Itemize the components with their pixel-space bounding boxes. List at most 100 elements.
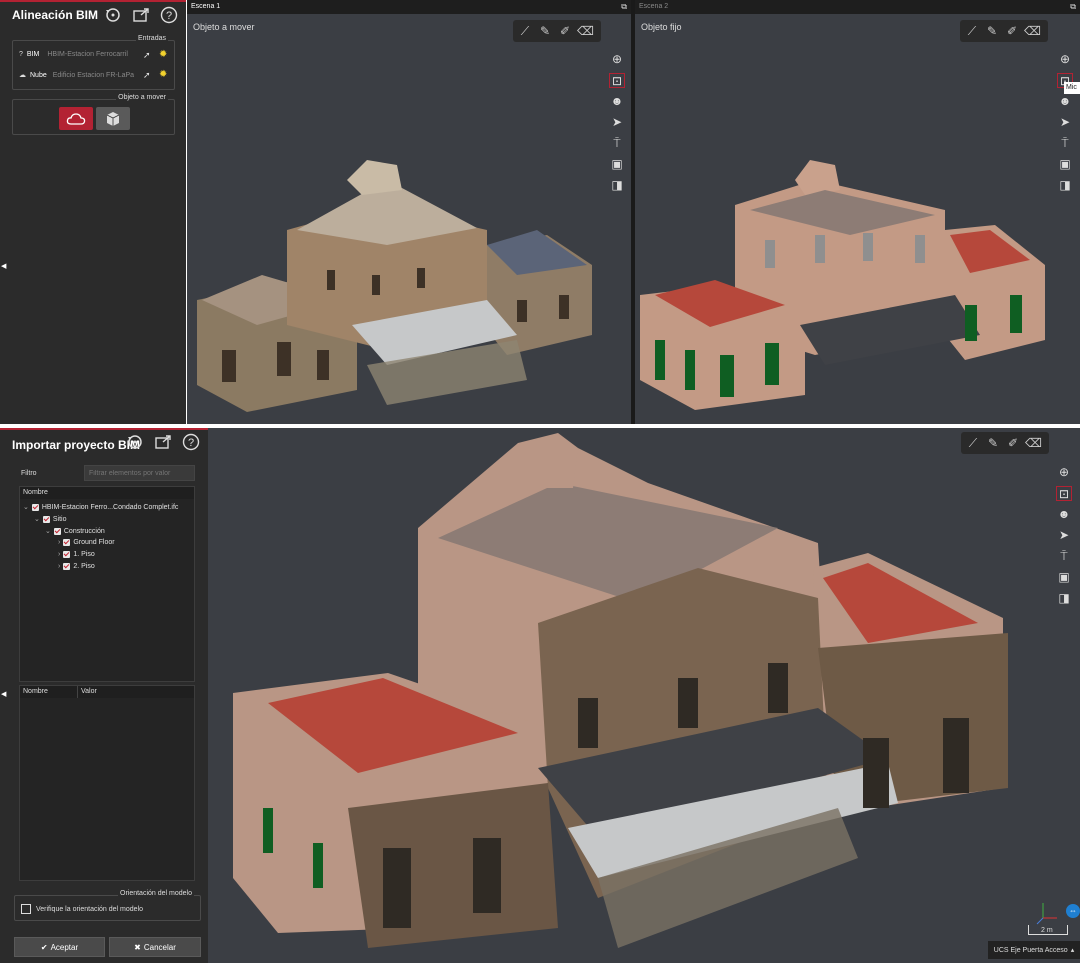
reset-icon[interactable] bbox=[104, 6, 124, 26]
scene-2-tab[interactable]: Escena 2 bbox=[635, 0, 1080, 14]
help-icon[interactable]: ? bbox=[182, 433, 202, 453]
accept-button[interactable]: ✔ Aceptar bbox=[14, 937, 105, 957]
scene-1-label: Objeto a mover bbox=[193, 22, 255, 32]
person-icon[interactable]: ☻ bbox=[609, 94, 625, 109]
ucs-label: UCS Eje Puerta Acceso bbox=[993, 946, 1068, 954]
scene-2-viewport[interactable]: Escena 2 ⧉ Objeto fijo ⟋ ✎ ✐ ⌫ ⊕ ⊡ ☻ ➤ ⍑… bbox=[635, 0, 1080, 424]
scene-1-toolbar: ⟋ ✎ ✐ ⌫ bbox=[513, 20, 601, 42]
orientation-checkbox[interactable] bbox=[21, 904, 31, 914]
close-icon: ✖ bbox=[134, 942, 141, 952]
scene-1-side-tools: ⊕ ⊡ ☻ ➤ ⍑ ▣ ◨ bbox=[609, 52, 625, 193]
eraser-icon[interactable]: ⌫ bbox=[577, 23, 594, 39]
chevron-right-icon[interactable]: › bbox=[58, 563, 60, 570]
maximize-icon[interactable]: ⧉ bbox=[621, 2, 627, 12]
brush-icon[interactable]: ✎ bbox=[984, 23, 1000, 39]
collapse-handle[interactable]: ◀ bbox=[1, 690, 6, 698]
maximize-icon[interactable]: ⧉ bbox=[1070, 2, 1076, 12]
bim-light-icon[interactable]: ✹ bbox=[159, 49, 167, 60]
pin-icon[interactable]: ⍑ bbox=[1056, 549, 1072, 564]
chevron-down-icon[interactable]: ⌄ bbox=[45, 527, 51, 535]
person-icon[interactable]: ☻ bbox=[1057, 94, 1073, 109]
question-icon: ? bbox=[19, 51, 23, 58]
checkbox[interactable] bbox=[63, 539, 71, 546]
person-icon[interactable]: ☻ bbox=[1056, 507, 1072, 522]
tree-item[interactable]: ⌄ Sitio bbox=[34, 515, 67, 523]
export-icon[interactable] bbox=[154, 433, 174, 453]
nube-pick-icon[interactable]: ➚ bbox=[143, 70, 151, 81]
checkbox[interactable] bbox=[53, 527, 61, 535]
checkbox[interactable] bbox=[42, 515, 50, 523]
cube-icon[interactable]: ▣ bbox=[609, 157, 625, 172]
svg-text:?: ? bbox=[166, 10, 172, 22]
pin-icon[interactable]: ⍑ bbox=[609, 136, 625, 151]
paint-icon[interactable]: ◨ bbox=[1056, 591, 1072, 606]
navigate-icon[interactable]: ➤ bbox=[1057, 115, 1073, 130]
chevron-right-icon[interactable]: › bbox=[58, 551, 60, 558]
orbit-icon[interactable]: ⊕ bbox=[1056, 465, 1072, 480]
nube-light-icon[interactable]: ✹ bbox=[159, 69, 167, 80]
pointcloud-building bbox=[197, 160, 592, 412]
checkbox[interactable] bbox=[63, 551, 71, 558]
main-viewport[interactable]: ⟋ ✎ ✐ ⌫ ⊕ ⊡ ☻ ➤ ⍑ ▣ ◨ ⇔ 2 m UCS Eje Puer… bbox=[208, 428, 1080, 963]
brush-check-icon[interactable]: ✐ bbox=[1004, 23, 1020, 39]
scale-label: 2 m bbox=[1041, 927, 1053, 934]
paint-icon[interactable]: ◨ bbox=[1057, 178, 1073, 193]
reset-icon[interactable] bbox=[126, 433, 146, 453]
filter-label: Filtro bbox=[21, 470, 37, 477]
bim-label: BIM bbox=[26, 51, 40, 58]
checkbox[interactable] bbox=[31, 503, 39, 511]
tree-item[interactable]: ⌄ HBIM-Estacion Ferro...Condado Complet.i… bbox=[23, 503, 178, 511]
cube-icon[interactable]: ▣ bbox=[1057, 157, 1073, 172]
collapse-handle[interactable]: ◀ bbox=[1, 262, 6, 270]
ucs-selector[interactable]: UCS Eje Puerta Acceso ▴ bbox=[988, 941, 1080, 959]
chevron-up-icon: ▴ bbox=[1070, 947, 1075, 954]
bim-model bbox=[640, 160, 1045, 410]
check-icon: ✔ bbox=[40, 942, 48, 952]
orbit-icon[interactable]: ⊕ bbox=[609, 52, 625, 67]
export-icon[interactable] bbox=[132, 6, 152, 26]
tree-item[interactable]: ⌄ Construcción bbox=[45, 527, 105, 535]
scene-1-viewport[interactable]: Escena 1 ⧉ Objeto a mover ⟋ ✎ ✐ ⌫ ⊕ ⊡ ☻ … bbox=[187, 0, 631, 424]
navigate-icon[interactable]: ➤ bbox=[609, 115, 625, 130]
alineacion-panel: Alineación BIM ? Entradas ? BIM HBIM-Est… bbox=[0, 0, 186, 424]
help-icon[interactable]: ? bbox=[160, 6, 180, 26]
objeto-group: Objeto a mover bbox=[12, 94, 175, 135]
tree-header: Nombre bbox=[20, 487, 194, 499]
align-icon[interactable]: ⊡ bbox=[609, 73, 625, 88]
entradas-title: Entradas bbox=[135, 35, 168, 42]
filter-input[interactable] bbox=[84, 465, 195, 481]
props-col-name: Nombre bbox=[20, 686, 78, 698]
eraser-icon[interactable]: ⌫ bbox=[1024, 23, 1041, 39]
chevron-down-icon[interactable]: ⌄ bbox=[34, 515, 40, 523]
measure-icon[interactable]: ⟋ bbox=[517, 23, 533, 39]
scene-1-tab[interactable]: Escena 1 bbox=[187, 0, 631, 14]
brush-icon[interactable]: ✎ bbox=[537, 23, 553, 39]
properties-panel: Nombre Valor bbox=[19, 685, 195, 881]
cube-icon[interactable]: ▣ bbox=[1056, 570, 1072, 585]
nube-label: Nube bbox=[30, 71, 47, 79]
align-icon[interactable]: ⊡ bbox=[1056, 486, 1072, 501]
measure-icon[interactable]: ⟋ bbox=[964, 23, 980, 39]
chevron-right-icon[interactable]: › bbox=[58, 539, 60, 546]
orbit-icon[interactable]: ⊕ bbox=[1057, 52, 1073, 67]
pin-icon[interactable]: ⍑ bbox=[1057, 136, 1073, 151]
checkbox[interactable] bbox=[63, 563, 71, 570]
orientation-cube-icon[interactable]: ⇔ bbox=[1066, 904, 1080, 918]
bim-toggle-button[interactable] bbox=[96, 107, 130, 130]
svg-text:?: ? bbox=[188, 437, 194, 449]
bim-pick-icon[interactable]: ➚ bbox=[143, 50, 151, 61]
scene-2-side-tools: ⊕ ⊡ ☻ ➤ ⍑ ▣ ◨ bbox=[1057, 52, 1073, 193]
tree-item[interactable]: › Ground Floor bbox=[58, 539, 115, 546]
navigate-icon[interactable]: ➤ bbox=[1056, 528, 1072, 543]
cancel-button[interactable]: ✖ Cancelar bbox=[109, 937, 201, 957]
chevron-down-icon[interactable]: ⌄ bbox=[23, 503, 29, 511]
cloud-icon: ☁ bbox=[19, 72, 26, 79]
axis-gizmo bbox=[1036, 903, 1057, 925]
tree-item[interactable]: › 1. Piso bbox=[58, 551, 95, 558]
cloud-toggle-button[interactable] bbox=[59, 107, 93, 130]
paint-icon[interactable]: ◨ bbox=[609, 178, 625, 193]
main-side-tools: ⊕ ⊡ ☻ ➤ ⍑ ▣ ◨ bbox=[1056, 465, 1072, 606]
orientation-group: Orientación del modelo Verifique la orie… bbox=[14, 890, 201, 921]
brush-check-icon[interactable]: ✐ bbox=[557, 23, 573, 39]
tree-item[interactable]: › 2. Piso bbox=[58, 563, 95, 570]
